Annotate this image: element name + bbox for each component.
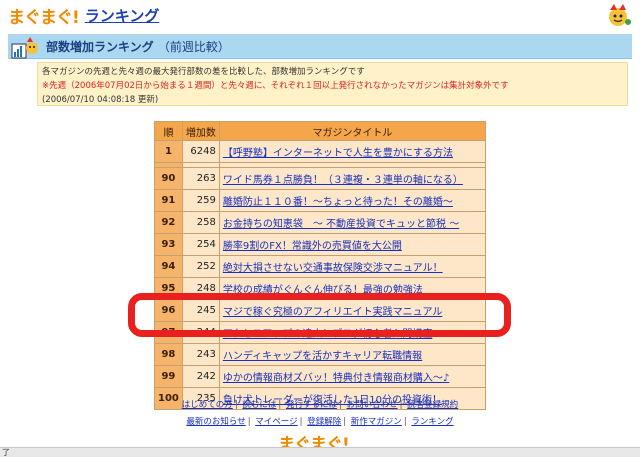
increase-cell: 259 (182, 190, 219, 211)
footer-link-unsubscribe[interactable]: 登録解除 (307, 417, 341, 427)
title-cell: ワイド馬券１点勝負！（３連複・３連単の軸になる） (219, 168, 485, 189)
rank-cell: 94 (155, 256, 182, 277)
rank-cell: 92 (155, 212, 182, 233)
rank-cell: 93 (155, 234, 182, 255)
table-row: 94 252 絶対大損させない交通事故保険交渉マニュアル！ (155, 256, 485, 277)
magazine-title-link[interactable]: マジで稼ぐ究極のアフィリエイト実践マニュアル (223, 307, 443, 318)
rank-cell: 98 (155, 344, 182, 365)
increase-cell: 243 (182, 344, 219, 365)
ranking-banner: 部数増加ランキング （前週比較） (8, 34, 632, 59)
footer-link-mypage[interactable]: マイページ (255, 417, 297, 427)
footer-link-beginners[interactable]: はじめての方 (182, 400, 233, 410)
table-row: 91 259 離婚防止１１０番！〜ちょっと待った！その離婚〜 (155, 190, 485, 211)
status-text: 了 (2, 448, 10, 457)
magazine-title-link[interactable]: お金持ちの知恵袋 〜 不動産投資でキュッと節税 〜 (223, 219, 459, 230)
rank-cell: 90 (155, 168, 182, 189)
site-logo[interactable]: まぐまぐ! ランキング (8, 4, 160, 28)
banner-title-text: 部数増加ランキング (46, 40, 154, 54)
table-row: 97 244 アクセスアップの達人！ブログ初心者入門講座 (155, 322, 485, 343)
title-cell: 【呼野塾】インターネットで人生を豊かにする方法 (219, 141, 485, 162)
footer-link-news[interactable]: 最新のお知らせ (186, 417, 245, 427)
increase-cell: 252 (182, 256, 219, 277)
table-row: 93 254 勝率9割のFX！常識外の売買値を大公開 (155, 234, 485, 255)
increase-cell: 248 (182, 278, 219, 299)
info-notice: ※先週（2006年07月02日から始まる１週間）と先々週に、それぞれ１回以上発行… (42, 81, 509, 91)
rank-cell: 99 (155, 366, 182, 387)
rank-cell: 91 (155, 190, 182, 211)
title-cell: お金持ちの知恵袋 〜 不動産投資でキュッと節税 〜 (219, 212, 485, 233)
title-cell: 絶対大損させない交通事故保険交渉マニュアル！ (219, 256, 485, 277)
magazine-title-link[interactable]: ハンディキャップを活かすキャリア転職情報 (223, 351, 422, 362)
rank-cell: 96 (155, 300, 182, 321)
table-header-row: 順 増加数 マガジンタイトル (155, 122, 485, 140)
rank-cell: 97 (155, 322, 182, 343)
rank-cell: 1 (155, 141, 182, 162)
increase-cell: 6248 (182, 141, 219, 162)
footer-link-ranking[interactable]: ランキング (411, 417, 453, 427)
table-row: 90 263 ワイド馬券１点勝負！（３連複・３連単の軸になる） (155, 168, 485, 189)
magazine-title-link[interactable]: ワイド馬券１点勝負！（３連複・３連単の軸になる） (223, 175, 463, 186)
title-cell: マジで稼ぐ究極のアフィリエイト実践マニュアル (219, 300, 485, 321)
increase-cell: 242 (182, 366, 219, 387)
banner-title: 部数増加ランキング （前週比較） (46, 38, 230, 55)
ranking-link[interactable]: ランキング (85, 5, 160, 26)
column-header-rank: 順 (155, 122, 182, 140)
footer: はじめての方 | 読むには | 発行するには | お問い合わせ | 読者登録規約 最新の… (150, 397, 490, 455)
info-description: 各マガジンの先週と先々週の最大発行部数の差を比較した、部数増加ランキングです (42, 67, 365, 77)
title-cell: 勝率9割のFX！常識外の売買値を大公開 (219, 234, 485, 255)
footer-links-row-2: 最新のお知らせ | マイページ | 登録解除 | 新作マガジン | ランキング (186, 417, 454, 427)
info-box: 各マガジンの先週と先々週の最大発行部数の差を比較した、部数増加ランキングです ※… (37, 62, 628, 106)
banner-subtitle: （前週比較） (157, 40, 230, 54)
table-row: 99 242 ゆかの情報商材ズバッ！特典付き情報商材購入〜♪ (155, 366, 485, 387)
magazine-title-link[interactable]: 学校の成績がぐんぐん伸びる！最強の勉強法 (223, 285, 423, 296)
magazine-title-link[interactable]: 離婚防止１１０番！〜ちょっと待った！その離婚〜 (223, 197, 453, 208)
increase-cell: 258 (182, 212, 219, 233)
rank-cell: 95 (155, 278, 182, 299)
magazine-title-link[interactable]: 絶対大損させない交通事故保険交渉マニュアル！ (223, 263, 443, 274)
title-cell: アクセスアップの達人！ブログ初心者入門講座 (219, 322, 485, 343)
magazine-title-link[interactable]: 勝率9割のFX！常識外の売買値を大公開 (223, 241, 402, 252)
footer-link-publish[interactable]: 発行するには (286, 400, 337, 410)
table-separator (155, 163, 485, 167)
column-header-title: マガジンタイトル (219, 122, 485, 140)
table-row: 1 6248 【呼野塾】インターネットで人生を豊かにする方法 (155, 141, 485, 162)
table-row: 98 243 ハンディキャップを活かすキャリア転職情報 (155, 344, 485, 365)
magazine-title-link[interactable]: ゆかの情報商材ズバッ！特典付き情報商材購入〜♪ (223, 373, 449, 384)
increase-cell: 254 (182, 234, 219, 255)
increase-cell: 244 (182, 322, 219, 343)
ranking-table: 順 増加数 マガジンタイトル 1 6248 【呼野塾】インターネットで人生を豊か… (154, 121, 486, 410)
title-cell: 離婚防止１１０番！〜ちょっと待った！その離婚〜 (219, 190, 485, 211)
footer-link-terms[interactable]: 読者登録規約 (407, 400, 458, 410)
column-header-increase: 増加数 (182, 122, 219, 140)
title-cell: ハンディキャップを活かすキャリア転職情報 (219, 344, 485, 365)
increase-cell: 263 (182, 168, 219, 189)
status-bar: 了 (0, 447, 640, 457)
update-timestamp: (2006/07/10 04:08:18 更新) (42, 95, 159, 105)
table-row: 96 245 マジで稼ぐ究極のアフィリエイト実践マニュアル (155, 300, 485, 321)
mag2-logo-mark: まぐまぐ! (8, 7, 80, 28)
footer-link-new-magazines[interactable]: 新作マガジン (351, 417, 402, 427)
footer-link-read[interactable]: 読むには (242, 400, 276, 410)
header: まぐまぐ! ランキング (0, 0, 640, 30)
footer-link-contact[interactable]: お問い合わせ (347, 400, 398, 410)
table-row: 95 248 学校の成績がぐんぐん伸びる！最強の勉強法 (155, 278, 485, 299)
chart-mascot-icon (11, 37, 38, 59)
magazine-title-link[interactable]: 【呼野塾】インターネットで人生を豊かにする方法 (223, 148, 453, 159)
magazine-title-link[interactable]: アクセスアップの達人！ブログ初心者入門講座 (223, 329, 433, 340)
title-cell: ゆかの情報商材ズバッ！特典付き情報商材購入〜♪ (219, 366, 485, 387)
increase-cell: 245 (182, 300, 219, 321)
mascot-icon (609, 4, 631, 26)
table-row: 92 258 お金持ちの知恵袋 〜 不動産投資でキュッと節税 〜 (155, 212, 485, 233)
footer-links-row-1: はじめての方 | 読むには | 発行するには | お問い合わせ | 読者登録規約 (181, 400, 459, 410)
title-cell: 学校の成績がぐんぐん伸びる！最強の勉強法 (219, 278, 485, 299)
